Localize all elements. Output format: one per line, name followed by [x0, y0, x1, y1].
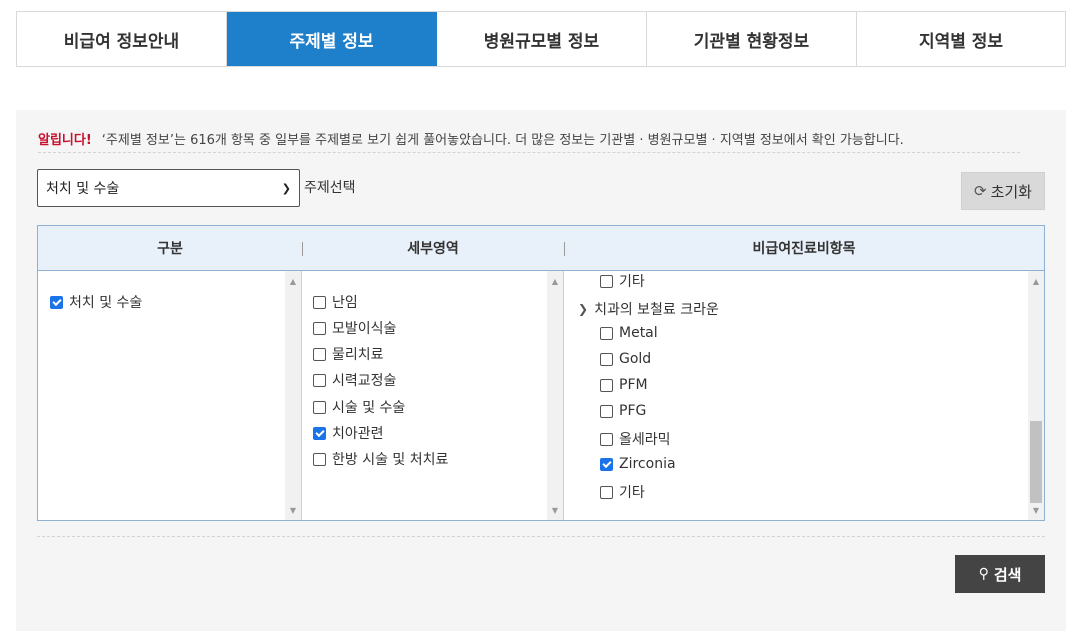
item-label: PFM	[619, 377, 648, 393]
tab-hospital-size-info[interactable]: 병원규모별 정보	[437, 12, 647, 66]
list-item[interactable]: 한방 시술 및 처치료	[313, 449, 448, 469]
subarea-label: 시술 및 수술	[332, 400, 406, 416]
list-item[interactable]: PFM	[600, 377, 648, 393]
scrollbar[interactable]: ▲ ▼	[1028, 271, 1044, 520]
scrollbar[interactable]: ▲ ▼	[547, 271, 563, 520]
header-subarea: 세부영역	[302, 238, 564, 258]
list-item[interactable]: 치아관련	[313, 423, 384, 443]
divider	[37, 536, 1045, 537]
reset-button[interactable]: ⟳ 초기화	[961, 172, 1045, 210]
scroll-down-icon[interactable]: ▼	[285, 502, 301, 518]
checkbox[interactable]	[600, 485, 613, 499]
list-item[interactable]: 난임	[313, 292, 358, 312]
checkbox[interactable]	[313, 321, 326, 335]
checkbox[interactable]	[313, 373, 326, 387]
topic-select[interactable]: 처치 및 수술 ❯	[37, 169, 300, 207]
checkbox[interactable]	[600, 274, 613, 288]
header-items: 비급여진료비항목	[564, 238, 1044, 258]
list-item[interactable]: 기타	[600, 482, 645, 502]
list-item[interactable]: PFG	[600, 403, 646, 419]
subarea-label: 난임	[332, 295, 358, 311]
checkbox[interactable]	[50, 295, 63, 309]
category-label: 처치 및 수술	[69, 295, 143, 311]
search-button[interactable]: ⚲ 검색	[955, 555, 1045, 593]
list-item[interactable]: 시술 및 수술	[313, 397, 405, 417]
tab-bar: 비급여 정보안내 주제별 정보 병원규모별 정보 기관별 현황정보 지역별 정보	[16, 11, 1066, 67]
checkbox[interactable]	[600, 432, 613, 446]
item-label: Metal	[619, 325, 658, 341]
search-button-label: 검색	[993, 565, 1022, 584]
list-item[interactable]: 모발이식술	[313, 318, 396, 338]
table-body: 처치 및 수술 ▲ ▼ 난임 모발이식술 물리치료 시력교정술 시술 및 수술 …	[38, 271, 1044, 520]
group-toggle[interactable]: ❯ 치과의 보철료 크라운	[578, 299, 719, 319]
subarea-label: 한방 시술 및 처치료	[332, 452, 449, 468]
tab-topic-info[interactable]: 주제별 정보	[227, 12, 437, 66]
subarea-list[interactable]: 난임 모발이식술 물리치료 시력교정술 시술 및 수술 치아관련 한방 시술 및…	[302, 271, 564, 520]
subarea-label: 시력교정술	[332, 373, 397, 389]
item-list[interactable]: 기타 ❯ 치과의 보철료 크라운 Metal Gold PFM PFG 올세라믹…	[564, 271, 1044, 520]
subarea-label: 모발이식술	[332, 321, 397, 337]
checkbox[interactable]	[313, 400, 326, 414]
scroll-down-icon[interactable]: ▼	[547, 502, 563, 518]
table-header: 구분 세부영역 비급여진료비항목	[38, 226, 1044, 271]
search-panel: 알립니다! ‘주제별 정보’는 616개 항목 중 일부를 주제별로 보기 쉽게 …	[16, 110, 1066, 631]
list-item[interactable]: 처치 및 수술	[50, 292, 142, 312]
reset-button-label: 초기화	[990, 182, 1032, 201]
notice: 알립니다! ‘주제별 정보’는 616개 항목 중 일부를 주제별로 보기 쉽게 …	[38, 129, 1020, 153]
checkbox[interactable]	[313, 347, 326, 361]
scroll-down-icon[interactable]: ▼	[1028, 502, 1044, 518]
checkbox[interactable]	[313, 426, 326, 440]
list-item[interactable]: 올세라믹	[600, 429, 671, 449]
group-label: 치과의 보철료 크라운	[594, 302, 719, 318]
scroll-up-icon[interactable]: ▲	[285, 273, 301, 289]
selection-table: 구분 세부영역 비급여진료비항목 처치 및 수술 ▲ ▼ 난임 모발이식술 물리…	[37, 225, 1045, 521]
subarea-label: 치아관련	[332, 426, 384, 442]
tab-noncovered-info[interactable]: 비급여 정보안내	[17, 12, 227, 66]
tab-region-info[interactable]: 지역별 정보	[857, 12, 1065, 66]
tab-institution-status[interactable]: 기관별 현황정보	[647, 12, 857, 66]
item-label: 기타	[619, 485, 645, 501]
category-list[interactable]: 처치 및 수술 ▲ ▼	[38, 271, 302, 520]
list-item[interactable]: 시력교정술	[313, 370, 396, 390]
scrollbar-thumb[interactable]	[1030, 421, 1042, 503]
checkbox[interactable]	[313, 452, 326, 466]
item-label: 올세라믹	[619, 432, 671, 448]
chevron-right-icon: ❯	[578, 302, 589, 316]
checkbox[interactable]	[600, 326, 613, 340]
notice-label: 알립니다!	[38, 133, 92, 148]
list-item[interactable]: Metal	[600, 325, 658, 341]
list-item[interactable]: Zirconia	[600, 456, 676, 472]
item-label: 기타	[619, 274, 645, 290]
subarea-label: 물리치료	[332, 347, 384, 363]
topic-select-caption: 주제선택	[304, 180, 356, 196]
checkbox[interactable]	[600, 457, 613, 471]
checkbox[interactable]	[600, 378, 613, 392]
notice-text: ‘주제별 정보’는 616개 항목 중 일부를 주제별로 보기 쉽게 풀어놓았습…	[101, 133, 904, 148]
checkbox[interactable]	[600, 404, 613, 418]
scroll-up-icon[interactable]: ▲	[1028, 273, 1044, 289]
list-item[interactable]: 물리치료	[313, 344, 384, 364]
scroll-up-icon[interactable]: ▲	[547, 273, 563, 289]
chevron-down-icon: ❯	[281, 181, 291, 195]
item-label: PFG	[619, 403, 647, 419]
scrollbar[interactable]: ▲ ▼	[285, 271, 301, 520]
topic-select-value: 처치 및 수술	[46, 181, 120, 197]
item-label: Gold	[619, 351, 652, 367]
refresh-icon: ⟳	[974, 182, 987, 200]
item-label: Zirconia	[619, 456, 676, 472]
checkbox[interactable]	[600, 352, 613, 366]
list-item[interactable]: 기타	[600, 271, 645, 291]
list-item[interactable]: Gold	[600, 351, 651, 367]
checkbox[interactable]	[313, 295, 326, 309]
header-category: 구분	[157, 241, 183, 257]
search-icon: ⚲	[978, 566, 989, 582]
